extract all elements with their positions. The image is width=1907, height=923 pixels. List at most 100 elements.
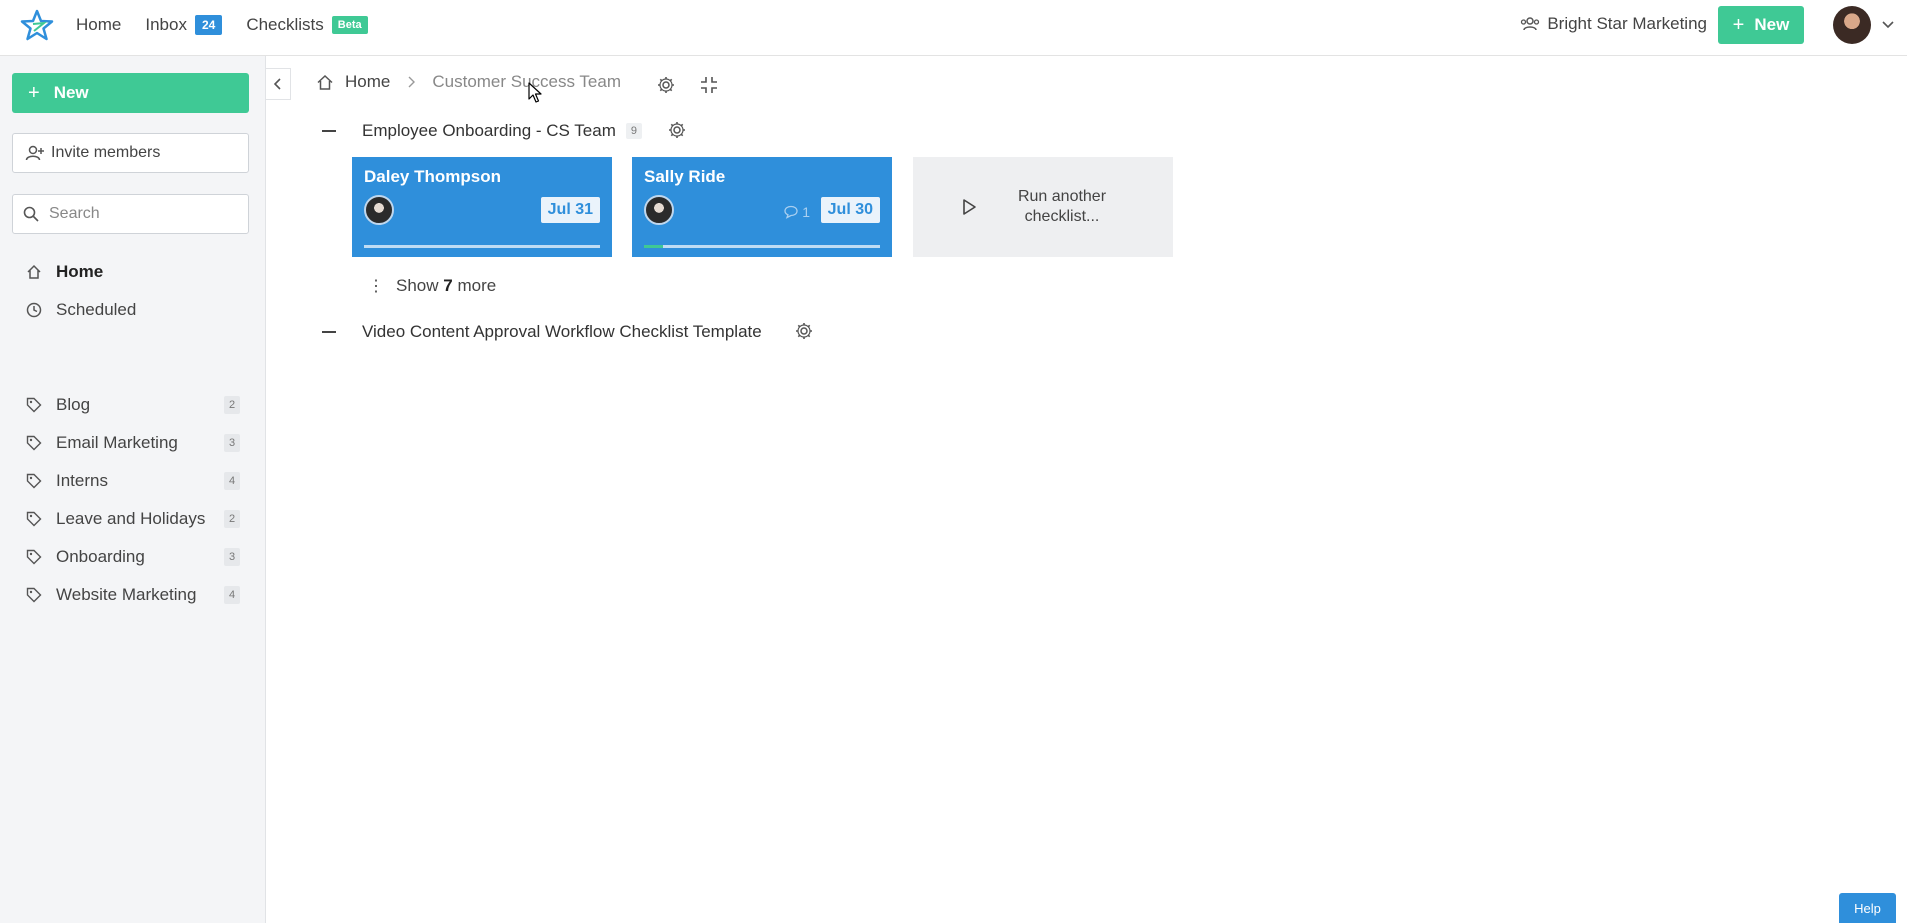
search-icon: [23, 206, 39, 222]
help-button[interactable]: Help: [1839, 893, 1896, 923]
breadcrumb-current[interactable]: Customer Success Team: [432, 72, 621, 92]
tag-icon: [26, 397, 42, 413]
show-more-prefix: Show: [396, 276, 439, 295]
sidebar-item-email-marketing[interactable]: Email Marketing 3: [0, 424, 266, 462]
more-vertical-icon: ⋮: [368, 278, 384, 295]
sidebar-item-label: Onboarding: [56, 547, 145, 566]
top-nav-inbox[interactable]: Inbox 24: [145, 14, 223, 35]
group-count-badge: 9: [625, 123, 642, 139]
users-icon: [1521, 17, 1540, 31]
sidebar-item-label: Blog: [56, 395, 91, 414]
top-new-button[interactable]: + New: [1718, 6, 1804, 44]
chevron-left-icon: [273, 78, 281, 90]
sidebar-item-label: Interns: [56, 471, 108, 490]
assignee-avatar[interactable]: [364, 195, 394, 225]
chevron-right-icon: [408, 76, 416, 88]
progress-fill: [644, 245, 663, 248]
sidebar-tags-nav: Blog 2 Email Marketing 3 Interns 4 Leave…: [0, 386, 266, 614]
invite-members-button[interactable]: Invite members: [12, 133, 249, 173]
sidebar-item-label: Scheduled: [56, 300, 137, 319]
sidebar-item-label: Leave and Holidays: [56, 509, 206, 528]
user-avatar[interactable]: [1833, 6, 1871, 44]
group-settings-gear-icon[interactable]: [667, 120, 687, 140]
checklist-group-header[interactable]: Employee Onboarding - CS Team 9: [322, 121, 642, 141]
comments-indicator: 1: [783, 204, 810, 220]
top-nav-home[interactable]: Home: [76, 15, 121, 35]
checklist-card[interactable]: Sally Ride 1 Jul 30: [632, 157, 892, 257]
collapse-view-icon[interactable]: [699, 75, 719, 95]
progress-bar: [364, 245, 600, 248]
due-date-badge: Jul 30: [820, 197, 880, 223]
invite-members-label: Invite members: [51, 144, 161, 161]
due-date-badge: Jul 31: [540, 197, 600, 223]
beta-badge: Beta: [331, 15, 368, 34]
play-icon: [963, 199, 976, 215]
breadcrumb: Home Customer Success Team: [316, 72, 621, 92]
sidebar-item-home[interactable]: Home: [0, 253, 266, 291]
tag-icon: [26, 587, 42, 603]
top-nav-inbox-label: Inbox: [145, 14, 187, 34]
top-nav-home-label: Home: [76, 14, 122, 34]
inbox-count-badge: 24: [194, 14, 223, 35]
collapse-group-icon[interactable]: [322, 331, 336, 333]
sidebar-new-button[interactable]: + New: [12, 73, 249, 113]
sidebar-item-website-marketing[interactable]: Website Marketing 4: [0, 576, 266, 614]
sidebar-item-scheduled[interactable]: Scheduled: [0, 291, 266, 329]
show-more-suffix: more: [457, 276, 497, 295]
sidebar-item-onboarding[interactable]: Onboarding 3: [0, 538, 266, 576]
sidebar-item-label: Home: [56, 262, 104, 281]
sidebar-item-label: Website Marketing: [56, 585, 197, 604]
sidebar-primary-nav: Home Scheduled: [0, 253, 266, 329]
tag-icon: [26, 435, 42, 451]
show-more-count: 7: [443, 276, 453, 295]
run-another-checklist-button[interactable]: Run another checklist...: [913, 157, 1173, 257]
sidebar-item-blog[interactable]: Blog 2: [0, 386, 266, 424]
breadcrumb-home-label: Home: [345, 72, 391, 91]
organization-name: Bright Star Marketing: [1547, 14, 1707, 33]
home-icon: [317, 74, 333, 90]
top-bar: Home Inbox 24 Checklists Beta Bright Star …: [0, 0, 1907, 56]
top-nav-checklists-label: Checklists: [246, 14, 324, 34]
show-more-label: Show 7 more: [396, 276, 496, 296]
sidebar-item-label: Email Marketing: [56, 433, 178, 452]
card-title: Daley Thompson: [364, 167, 501, 186]
plus-icon: +: [28, 81, 40, 104]
top-nav: Home Inbox 24 Checklists Beta: [76, 0, 368, 49]
run-another-label: Run another checklist...: [1017, 188, 1107, 225]
organization-switcher[interactable]: Bright Star Marketing: [1520, 14, 1707, 34]
plus-icon: +: [1732, 13, 1745, 36]
tag-count-badge: 2: [224, 510, 240, 528]
sidebar-item-interns[interactable]: Interns 4: [0, 462, 266, 500]
card-title: Sally Ride: [644, 167, 726, 186]
search-input[interactable]: [47, 204, 241, 224]
tag-icon: [26, 549, 42, 565]
clock-icon: [26, 302, 42, 318]
top-nav-checklists[interactable]: Checklists Beta: [246, 14, 368, 35]
collapse-group-icon[interactable]: [322, 130, 336, 132]
tag-count-badge: 3: [224, 434, 240, 452]
tag-count-badge: 2: [224, 396, 240, 414]
comment-count: 1: [802, 204, 810, 220]
search-field[interactable]: [12, 194, 249, 234]
collapse-sidebar-button[interactable]: [266, 68, 291, 100]
home-icon: [27, 264, 41, 279]
tag-icon: [26, 511, 42, 527]
breadcrumb-home[interactable]: Home: [316, 72, 390, 92]
checklist-card[interactable]: Daley Thompson Jul 31: [352, 157, 612, 257]
group-settings-gear-icon[interactable]: [794, 321, 814, 341]
sidebar-item-leave-and-holidays[interactable]: Leave and Holidays 2: [0, 500, 266, 538]
tag-count-badge: 4: [224, 586, 240, 604]
group-title: Employee Onboarding - CS Team: [362, 121, 616, 140]
star-logo-icon[interactable]: [20, 9, 54, 41]
settings-gear-icon[interactable]: [656, 75, 676, 95]
assignee-avatar[interactable]: [644, 195, 674, 225]
top-new-label: New: [1754, 15, 1790, 34]
show-more-button[interactable]: ⋮ Show 7 more: [368, 276, 496, 296]
tag-count-badge: 4: [224, 472, 240, 490]
chevron-down-icon[interactable]: [1881, 17, 1895, 31]
progress-bar: [644, 245, 880, 248]
comment-icon: [784, 205, 798, 219]
tag-icon: [26, 473, 42, 489]
checklist-group-header[interactable]: Video Content Approval Workflow Checklis…: [322, 322, 762, 342]
group-title: Video Content Approval Workflow Checklis…: [362, 322, 762, 341]
